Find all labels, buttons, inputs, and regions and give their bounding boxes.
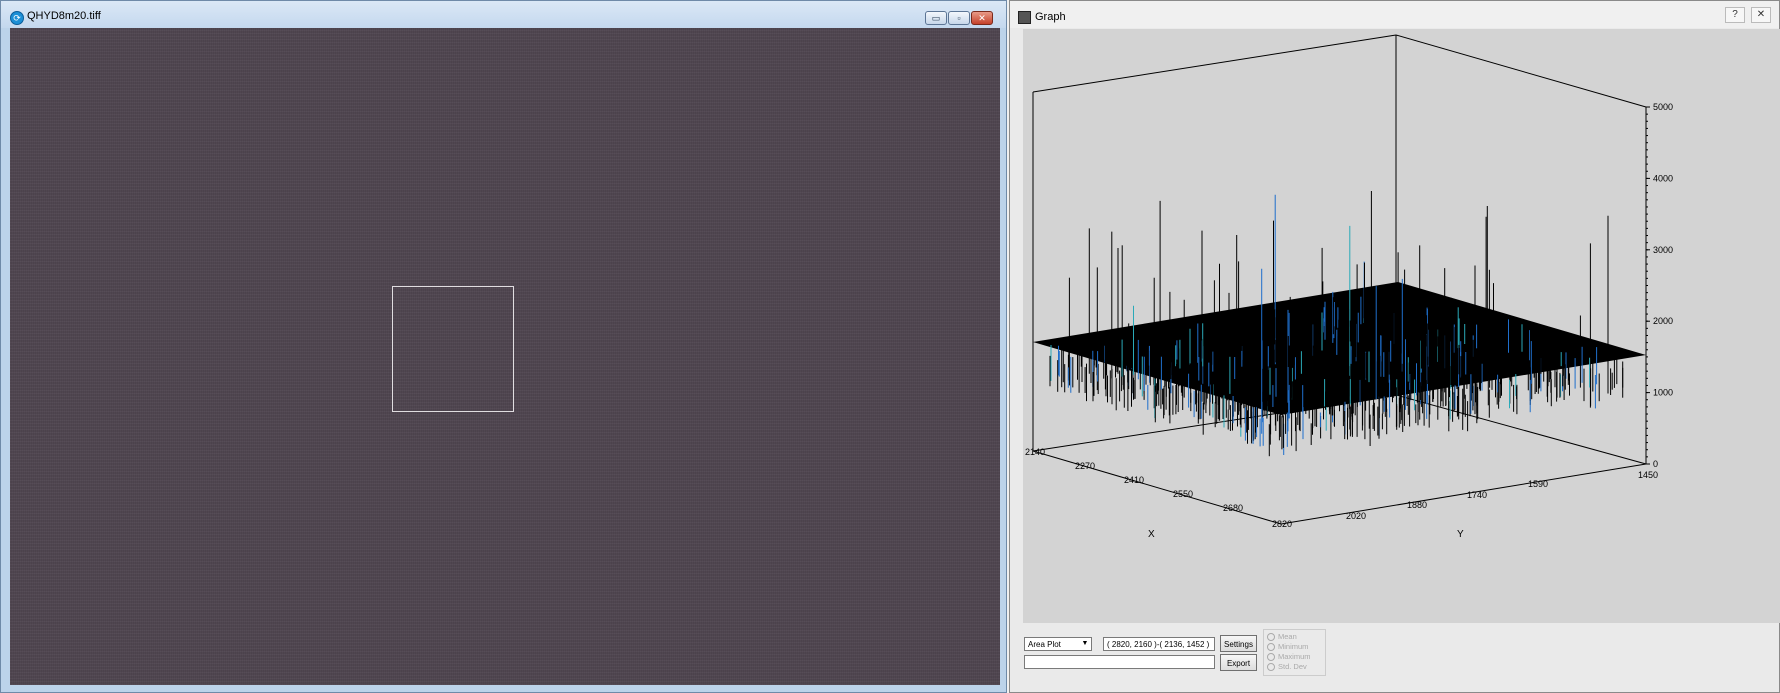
x-tick-label: 2680 bbox=[1223, 503, 1243, 513]
image-window: ⟳ QHYD8m20.tiff ▭ ▫ ✕ bbox=[0, 0, 1007, 693]
maximize-button[interactable]: ▫ bbox=[948, 11, 970, 25]
x-axis-label: X bbox=[1148, 529, 1155, 540]
image-canvas[interactable] bbox=[10, 28, 1000, 685]
y-axis-line bbox=[1280, 463, 1647, 525]
radio-icon bbox=[1267, 653, 1275, 662]
z-tick-label: 2000 bbox=[1653, 316, 1673, 326]
area-plot-3d: 2140 2270 2410 2550 2680 2820 2020 1880 … bbox=[1025, 34, 1673, 540]
statistic-radio-group: Mean Minimum Maximum Std. Dev bbox=[1263, 629, 1326, 676]
z-tick-label: 0 bbox=[1653, 459, 1658, 469]
image-window-titlebar[interactable]: ⟳ QHYD8m20.tiff ▭ ▫ ✕ bbox=[1, 1, 1006, 28]
graph-window-title: Graph bbox=[1035, 11, 1066, 23]
dropdown-arrow-icon: ▼ bbox=[1081, 640, 1089, 647]
x-tick-label: 2820 bbox=[1272, 519, 1292, 529]
minimize-button[interactable]: ▭ bbox=[925, 11, 947, 25]
y-tick-label: 2020 bbox=[1346, 511, 1366, 521]
coordinates-field[interactable]: ( 2820, 2160 )-( 2136, 1452 ) bbox=[1103, 637, 1215, 651]
graph-window-titlebar[interactable]: Graph ? ✕ bbox=[1010, 1, 1779, 28]
status-field[interactable] bbox=[1024, 655, 1215, 669]
graph-window: Graph ? ✕ 2140 2270 2410 2550 2680 2820 bbox=[1009, 0, 1780, 693]
plot-area[interactable]: 2140 2270 2410 2550 2680 2820 2020 1880 … bbox=[1023, 29, 1780, 623]
z-tick-label: 5000 bbox=[1653, 102, 1673, 112]
x-tick-label: 2140 bbox=[1025, 447, 1045, 457]
y-tick-label: 1740 bbox=[1467, 490, 1487, 500]
settings-button[interactable]: Settings bbox=[1220, 635, 1257, 652]
y-axis-label: Y bbox=[1457, 529, 1464, 540]
box-edge bbox=[1032, 34, 1397, 93]
radio-icon bbox=[1267, 663, 1275, 672]
z-tick-label: 3000 bbox=[1653, 245, 1673, 255]
z-axis-ticks: 0 1000 2000 3000 4000 5000 bbox=[1646, 102, 1673, 469]
graph-close-button[interactable]: ✕ bbox=[1751, 7, 1771, 23]
box-edge bbox=[1395, 394, 1647, 465]
graph-window-icon bbox=[1018, 11, 1031, 24]
box-edge bbox=[1395, 34, 1647, 108]
surface-plot bbox=[1033, 191, 1646, 457]
selection-rectangle[interactable] bbox=[392, 286, 514, 412]
help-button[interactable]: ? bbox=[1725, 7, 1745, 23]
image-window-title: QHYD8m20.tiff bbox=[27, 10, 101, 22]
radio-std-dev[interactable]: Std. Dev bbox=[1267, 662, 1307, 672]
plot-type-select[interactable]: Area Plot ▼ bbox=[1024, 637, 1092, 651]
radio-icon bbox=[1267, 643, 1275, 652]
radio-icon bbox=[1267, 633, 1275, 642]
app-icon: ⟳ bbox=[10, 11, 24, 25]
radio-mean[interactable]: Mean bbox=[1267, 632, 1297, 642]
export-button[interactable]: Export bbox=[1220, 654, 1257, 671]
y-tick-label: 1590 bbox=[1528, 479, 1548, 489]
x-axis-line bbox=[1032, 450, 1282, 525]
x-tick-label: 2270 bbox=[1075, 461, 1095, 471]
radio-minimum[interactable]: Minimum bbox=[1267, 642, 1308, 652]
plot-type-value: Area Plot bbox=[1028, 640, 1061, 649]
y-tick-label: 1450 bbox=[1638, 470, 1658, 480]
y-tick-label: 1880 bbox=[1407, 500, 1427, 510]
radio-maximum[interactable]: Maximum bbox=[1267, 652, 1311, 662]
z-tick-label: 1000 bbox=[1653, 388, 1673, 398]
z-tick-label: 4000 bbox=[1653, 173, 1673, 183]
x-tick-label: 2550 bbox=[1173, 489, 1193, 499]
x-tick-label: 2410 bbox=[1124, 475, 1144, 485]
close-button[interactable]: ✕ bbox=[971, 11, 993, 25]
